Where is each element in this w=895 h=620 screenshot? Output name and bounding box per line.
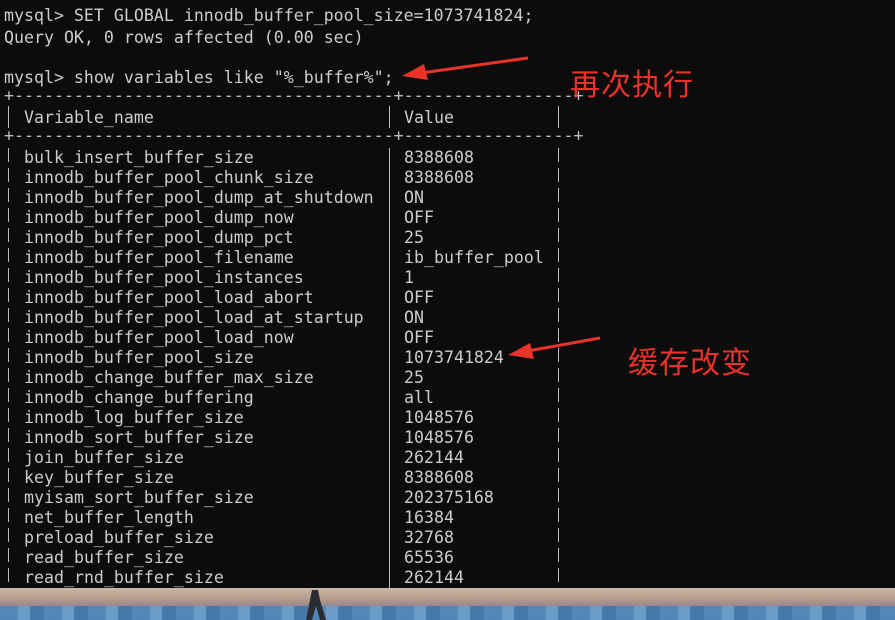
table-row-variable-name: innodb_change_buffer_max_size — [24, 368, 314, 387]
table-row-variable-name: innodb_log_buffer_size — [24, 408, 244, 427]
table-row-variable-name: net_buffer_length — [24, 508, 194, 527]
table-row-variable-name: innodb_buffer_pool_size — [24, 348, 254, 367]
table-row-variable-name: innodb_sort_buffer_size — [24, 428, 254, 447]
annotation-cache-changed: 缓存改变 — [628, 346, 752, 381]
terminal-window[interactable]: mysql> SET GLOBAL innodb_buffer_pool_siz… — [0, 0, 895, 588]
table-left-border — [8, 106, 9, 128]
table-row-value: 8388608 — [404, 168, 474, 187]
table-row-variable-name: read_buffer_size — [24, 548, 184, 567]
table-row-value: 262144 — [404, 448, 464, 467]
table-row-value: ON — [404, 308, 424, 327]
table-row-value: OFF — [404, 328, 434, 347]
table-row-value: 8388608 — [404, 148, 474, 167]
table-row-variable-name: innodb_buffer_pool_dump_pct — [24, 228, 294, 247]
table-row-variable-name: bulk_insert_buffer_size — [24, 148, 254, 167]
table-row-variable-name: innodb_buffer_pool_load_at_startup — [24, 308, 364, 327]
table-row-value: 32768 — [404, 528, 454, 547]
table-border-mid: +--------------------------------------+… — [4, 126, 584, 145]
table-left-border — [8, 148, 9, 588]
table-row-value: 25 — [404, 228, 424, 247]
table-row-variable-name: innodb_buffer_pool_load_abort — [24, 288, 314, 307]
table-row-value: 1048576 — [404, 428, 474, 447]
table-border-top: +--------------------------------------+… — [4, 86, 584, 105]
table-row-variable-name: innodb_change_buffering — [24, 388, 254, 407]
table-right-border — [558, 148, 559, 588]
table-row-variable-name: read_rnd_buffer_size — [24, 568, 224, 587]
table-row-value: 65536 — [404, 548, 454, 567]
table-row-value: 202375168 — [404, 488, 494, 507]
table-row-value: all — [404, 388, 434, 407]
table-row-value: 1073741824 — [404, 348, 504, 367]
command-set-global: mysql> SET GLOBAL innodb_buffer_pool_siz… — [4, 6, 534, 25]
annotation-rerun: 再次执行 — [570, 68, 694, 103]
table-right-border — [558, 106, 559, 128]
table-row-variable-name: innodb_buffer_pool_instances — [24, 268, 304, 287]
table-row-variable-name: join_buffer_size — [24, 448, 184, 467]
table-row-value: 25 — [404, 368, 424, 387]
table-row-value: 1 — [404, 268, 414, 287]
table-row-variable-name: myisam_sort_buffer_size — [24, 488, 254, 507]
table-column-divider — [389, 106, 390, 128]
command-show-variables: mysql> show variables like "%_buffer%"; — [4, 68, 394, 87]
column-header-variable-name: Variable_name — [24, 108, 154, 127]
table-row-variable-name: innodb_buffer_pool_chunk_size — [24, 168, 314, 187]
column-header-value: Value — [404, 108, 454, 127]
table-row-variable-name: innodb_buffer_pool_dump_at_shutdown — [24, 188, 374, 207]
table-row-value: 1048576 — [404, 408, 474, 427]
table-column-divider — [389, 148, 390, 588]
table-row-variable-name: innodb_buffer_pool_dump_now — [24, 208, 294, 227]
query-result-message: Query OK, 0 rows affected (0.00 sec) — [4, 28, 364, 47]
table-row-value: ON — [404, 188, 424, 207]
table-row-value: ib_buffer_pool — [404, 248, 544, 267]
table-row-variable-name: preload_buffer_size — [24, 528, 214, 547]
person-silhouette-icon — [306, 590, 326, 620]
desktop-water — [0, 606, 895, 620]
table-row-value: 8388608 — [404, 468, 474, 487]
table-row-value: OFF — [404, 288, 434, 307]
table-row-variable-name: innodb_buffer_pool_load_now — [24, 328, 294, 347]
table-row-value: 262144 — [404, 568, 464, 587]
table-row-value: OFF — [404, 208, 434, 227]
table-row-value: 16384 — [404, 508, 454, 527]
table-row-variable-name: innodb_buffer_pool_filename — [24, 248, 294, 267]
table-row-variable-name: key_buffer_size — [24, 468, 174, 487]
desktop-background — [0, 588, 895, 620]
